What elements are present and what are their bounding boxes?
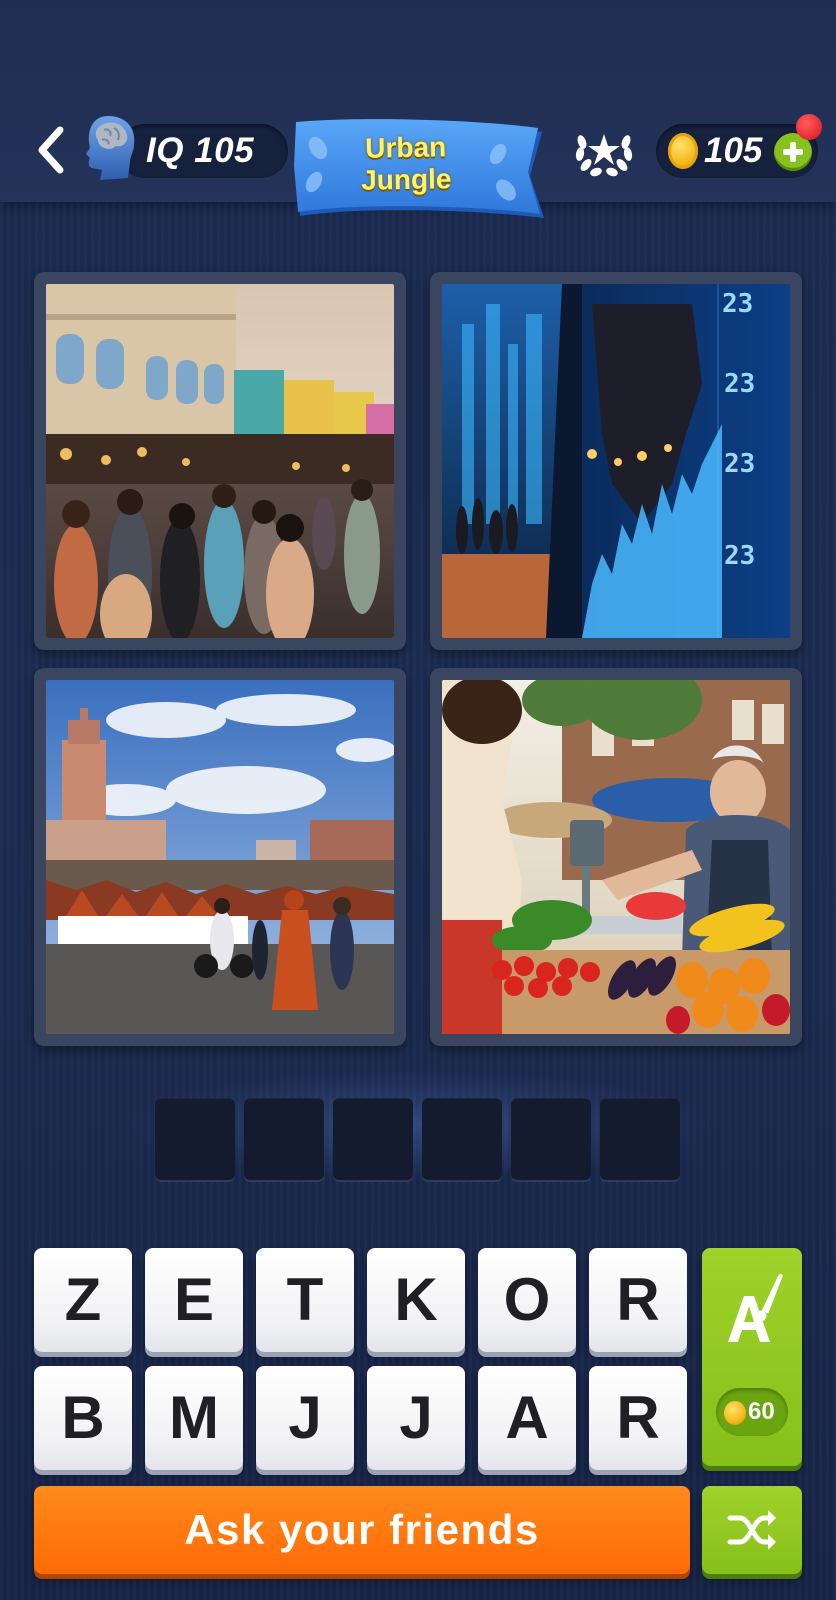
letter-key[interactable]: E: [145, 1248, 243, 1352]
svg-text:23: 23: [724, 449, 755, 479]
level-title-line2: Jungle: [360, 163, 452, 196]
photo-stock-market-display[interactable]: 23 23 23 23: [430, 272, 802, 650]
vegetable-stall-image: [442, 680, 790, 1034]
letter-key[interactable]: J: [367, 1366, 465, 1470]
letter-key[interactable]: Z: [34, 1248, 132, 1352]
level-title-line1: Urban: [364, 131, 447, 164]
letter-key[interactable]: K: [367, 1248, 465, 1352]
photo-marrakech-market-square[interactable]: [34, 668, 406, 1046]
street-market-image: [46, 284, 394, 638]
hint-cost-value: 60: [748, 1398, 775, 1425]
chevron-left-icon: [38, 126, 64, 174]
letter-key[interactable]: R: [589, 1248, 687, 1352]
svg-text:23: 23: [722, 289, 753, 319]
answer-slot-2[interactable]: [244, 1098, 324, 1180]
paint-letter-icon: [722, 1270, 784, 1350]
letter-key[interactable]: T: [256, 1248, 354, 1352]
ask-friends-button[interactable]: Ask your friends: [34, 1486, 690, 1574]
answer-slot-5[interactable]: [511, 1098, 591, 1180]
letter-key[interactable]: M: [145, 1366, 243, 1470]
market-square-image: [46, 680, 394, 1034]
photo-street-market-crowd[interactable]: [34, 272, 406, 650]
answer-slot-3[interactable]: [333, 1098, 413, 1180]
coin-icon: [724, 1401, 746, 1425]
photo-vegetable-market-stall[interactable]: [430, 668, 802, 1046]
back-button[interactable]: [30, 122, 74, 178]
letter-key[interactable]: A: [478, 1366, 576, 1470]
stock-display-image: 23 23 23 23: [442, 284, 790, 638]
svg-text:23: 23: [724, 369, 755, 399]
letter-key[interactable]: R: [589, 1366, 687, 1470]
brain-head-icon: [78, 112, 140, 184]
svg-text:23: 23: [724, 541, 755, 571]
notification-badge: [796, 114, 822, 140]
shuffle-button[interactable]: [702, 1486, 802, 1574]
letter-key[interactable]: J: [256, 1366, 354, 1470]
coin-count: 105: [704, 131, 763, 170]
answer-slot-1[interactable]: [155, 1098, 235, 1180]
answer-slot-4[interactable]: [422, 1098, 502, 1180]
letter-key[interactable]: O: [478, 1248, 576, 1352]
letter-key[interactable]: B: [34, 1366, 132, 1470]
iq-value: IQ 105: [146, 131, 255, 170]
level-title: Urban Jungle: [335, 131, 476, 197]
achievements-button[interactable]: [572, 120, 636, 180]
laurel-star-icon: [575, 134, 633, 177]
coin-icon: [668, 133, 698, 169]
shuffle-icon: [727, 1510, 776, 1550]
answer-slot-6[interactable]: [600, 1098, 680, 1180]
